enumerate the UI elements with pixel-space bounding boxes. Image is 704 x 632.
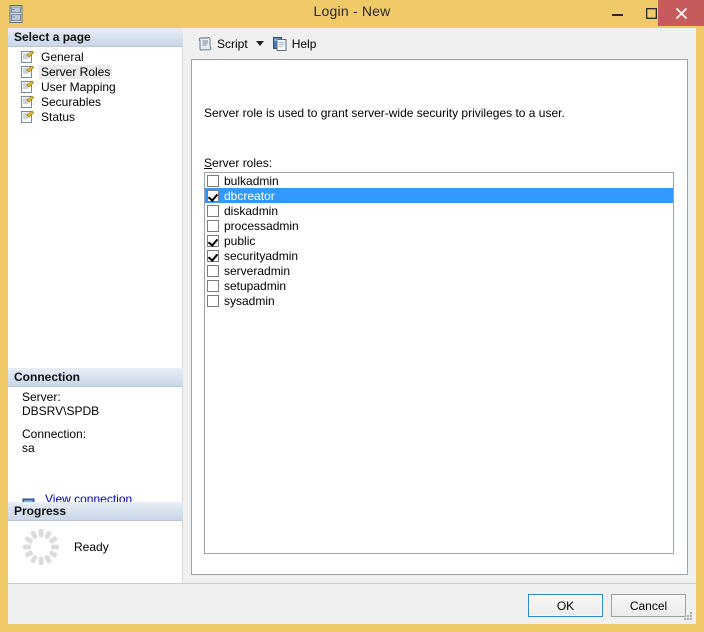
sidebar-item-securables[interactable]: Securables [8,94,183,109]
list-item[interactable]: setupadmin [205,278,673,293]
window-title: Login - New [313,3,391,19]
content-panel: Server role is used to grant server-wide… [191,59,688,575]
script-button[interactable]: Script [193,33,252,55]
role-label: bulkadmin [224,173,279,188]
page-property-icon [20,49,35,64]
role-label: serveradmin [224,263,291,278]
ok-button[interactable]: OK [528,594,603,617]
role-label: processadmin [224,218,299,233]
connection-value: sa [22,441,35,455]
list-item[interactable]: sysadmin [205,293,673,308]
server-label: Server: [22,390,61,404]
cancel-button[interactable]: Cancel [611,594,686,617]
dialog-client-area: Select a page General Server Roles User … [8,28,696,624]
page-property-icon [20,94,35,109]
role-checkbox[interactable] [207,264,219,277]
select-a-page-header: Select a page [8,28,183,47]
role-label: public [224,233,256,248]
sidebar-item-label: Securables [41,94,102,109]
page-property-icon [20,109,35,124]
loading-spinner-icon [18,524,64,570]
sidebar-item-label: Server Roles [39,64,113,79]
role-checkbox[interactable] [207,174,219,187]
dialog-footer: OK Cancel [8,583,696,624]
role-label: dbcreator [224,188,275,203]
server-roles-label-rest: erver roles: [212,156,273,170]
sidebar-item-label: User Mapping [41,79,116,94]
page-nav-list: General Server Roles User Mapping Secura… [8,49,183,124]
server-roles-label: Server roles: [204,156,272,170]
list-item[interactable]: serveradmin [205,263,673,278]
server-value: DBSRV\SPDB [22,404,100,418]
title-bar[interactable]: Login - New [0,0,704,28]
list-item[interactable]: dbcreator [205,188,673,203]
role-checkbox[interactable] [207,204,219,217]
page-property-icon [20,64,35,79]
minimize-icon[interactable] [600,0,634,26]
sidebar-item-server-roles[interactable]: Server Roles [8,64,183,79]
progress-header: Progress [8,502,183,521]
connection-info: Server: DBSRV\SPDB Connection: sa [8,390,183,455]
sidebar-item-user-mapping[interactable]: User Mapping [8,79,183,94]
sidebar-item-label: General [41,49,84,64]
list-item[interactable]: bulkadmin [205,173,673,188]
role-label: securityadmin [224,248,299,263]
help-label: Help [291,36,317,51]
role-checkbox[interactable] [207,189,219,202]
resize-grip-icon[interactable] [681,610,693,622]
list-item[interactable]: securityadmin [205,248,673,263]
dialog-toolbar: Script Help [183,28,696,59]
right-pane: Script Help Server role is used to grant… [183,28,696,583]
connection-label: Connection: [22,427,87,441]
role-checkbox[interactable] [207,249,219,262]
list-item[interactable]: processadmin [205,218,673,233]
script-label: Script [217,36,248,51]
role-checkbox[interactable] [207,234,219,247]
list-item[interactable]: public [205,233,673,248]
page-description: Server role is used to grant server-wide… [204,106,565,120]
close-icon[interactable] [658,0,704,26]
role-checkbox[interactable] [207,294,219,307]
sidebar-item-label: Status [41,109,76,124]
role-checkbox[interactable] [207,219,219,232]
chevron-down-icon[interactable] [252,34,268,54]
server-roles-listbox[interactable]: bulkadmin dbcreator diskadmin processadm… [204,172,674,554]
server-roles-accesskey: S [204,156,213,170]
role-checkbox[interactable] [207,279,219,292]
left-pane: Select a page General Server Roles User … [8,28,183,583]
sidebar-item-general[interactable]: General [8,49,183,64]
page-property-icon [20,79,35,94]
progress-status: Ready [74,540,109,554]
dialog-window: Login - New Select a page General Server… [0,0,704,632]
script-scroll-icon [197,36,213,52]
role-label: setupadmin [224,278,287,293]
progress-info: Ready [8,524,183,570]
list-item[interactable]: diskadmin [205,203,673,218]
connection-header: Connection [8,368,183,387]
role-label: sysadmin [224,293,275,308]
sidebar-item-status[interactable]: Status [8,109,183,124]
help-pages-icon [272,36,288,52]
help-button[interactable]: Help [268,33,321,55]
role-label: diskadmin [224,203,279,218]
